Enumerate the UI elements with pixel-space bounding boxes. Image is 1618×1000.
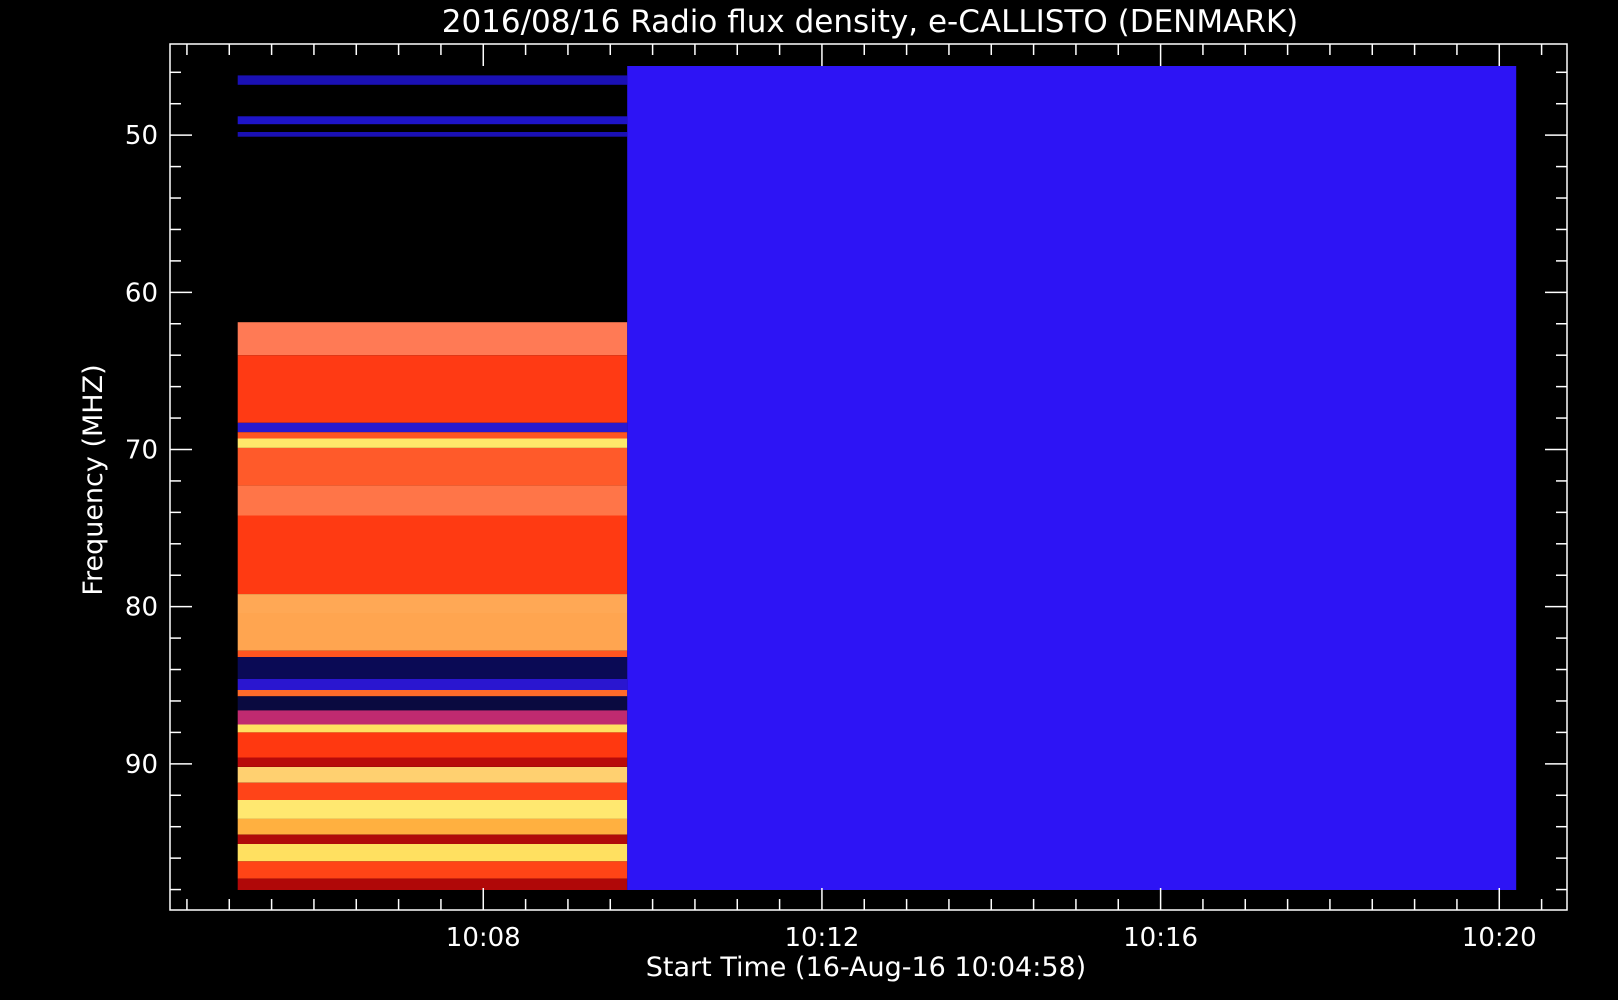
spectrum-band-s0-6 bbox=[237, 432, 628, 439]
spectrum-band-s0-27 bbox=[237, 844, 628, 862]
spectrum-band-s0-26 bbox=[237, 834, 628, 844]
spectrum-band-s0-17 bbox=[237, 696, 628, 711]
spectrum-band-s0-20 bbox=[237, 732, 628, 758]
spectrum-band-s0-24 bbox=[237, 800, 628, 819]
spectrum-band-s0-8 bbox=[237, 447, 628, 486]
spectrum-band-s0-7 bbox=[237, 438, 628, 448]
y-tick-label-4: 90 bbox=[125, 750, 158, 780]
y-tick-label-3: 80 bbox=[125, 593, 158, 623]
x-tick-label-1: 10:12 bbox=[784, 923, 859, 953]
spectrum-band-s0-12 bbox=[237, 613, 628, 651]
x-tick-label-2: 10:16 bbox=[1123, 923, 1198, 953]
spectrum-band-s0-4 bbox=[237, 355, 628, 423]
spectrum-band-s0-18 bbox=[237, 710, 628, 725]
spectrum-band-s0-22 bbox=[237, 767, 628, 783]
y-tick-label-2: 70 bbox=[125, 435, 158, 465]
spectrum-band-s0-19 bbox=[237, 724, 628, 733]
spectrum-band-s0-0 bbox=[237, 75, 628, 85]
spectrum-band-s0-29 bbox=[237, 878, 628, 890]
spectrum-band-s0-28 bbox=[237, 861, 628, 879]
spectrum-band-s0-11 bbox=[237, 594, 628, 613]
y-tick-label-1: 60 bbox=[125, 278, 158, 308]
spectrogram-chart: 10:08 10:12 10:16 10:20 50 60 70 80 90 2016/08/1… bbox=[0, 0, 1618, 1000]
spectrum-band-s0-14 bbox=[237, 657, 628, 679]
spectrum-band-s0-10 bbox=[237, 515, 628, 595]
spectrum-band-s0-23 bbox=[237, 782, 628, 800]
spectrum-band-s0-25 bbox=[237, 818, 628, 835]
y-tick-label-0: 50 bbox=[125, 121, 158, 151]
spectrum-band-s0-3 bbox=[237, 322, 628, 356]
x-tick-label-3: 10:20 bbox=[1462, 923, 1537, 953]
x-tick-label-0: 10:08 bbox=[446, 923, 521, 953]
spectrum-band-s0-5 bbox=[237, 422, 628, 433]
spectrum-band-s0-21 bbox=[237, 757, 628, 767]
y-axis-label: Frequency (MHZ) bbox=[78, 364, 109, 595]
spectrum-band-s0-13 bbox=[237, 650, 628, 657]
spectrum-band-s0-9 bbox=[237, 485, 628, 516]
spectrum-band-s0-2 bbox=[237, 132, 628, 137]
spectrum-band-s0-15 bbox=[237, 679, 628, 690]
chart-title: 2016/08/16 Radio flux density, e-CALLIST… bbox=[442, 4, 1299, 40]
spectrum-band-s0-1 bbox=[237, 116, 628, 125]
spectrum-band-s0-16 bbox=[237, 690, 628, 697]
x-axis-label: Start Time (16-Aug-16 10:04:58) bbox=[646, 952, 1086, 983]
spectrum-band-s1-0 bbox=[627, 66, 1517, 890]
